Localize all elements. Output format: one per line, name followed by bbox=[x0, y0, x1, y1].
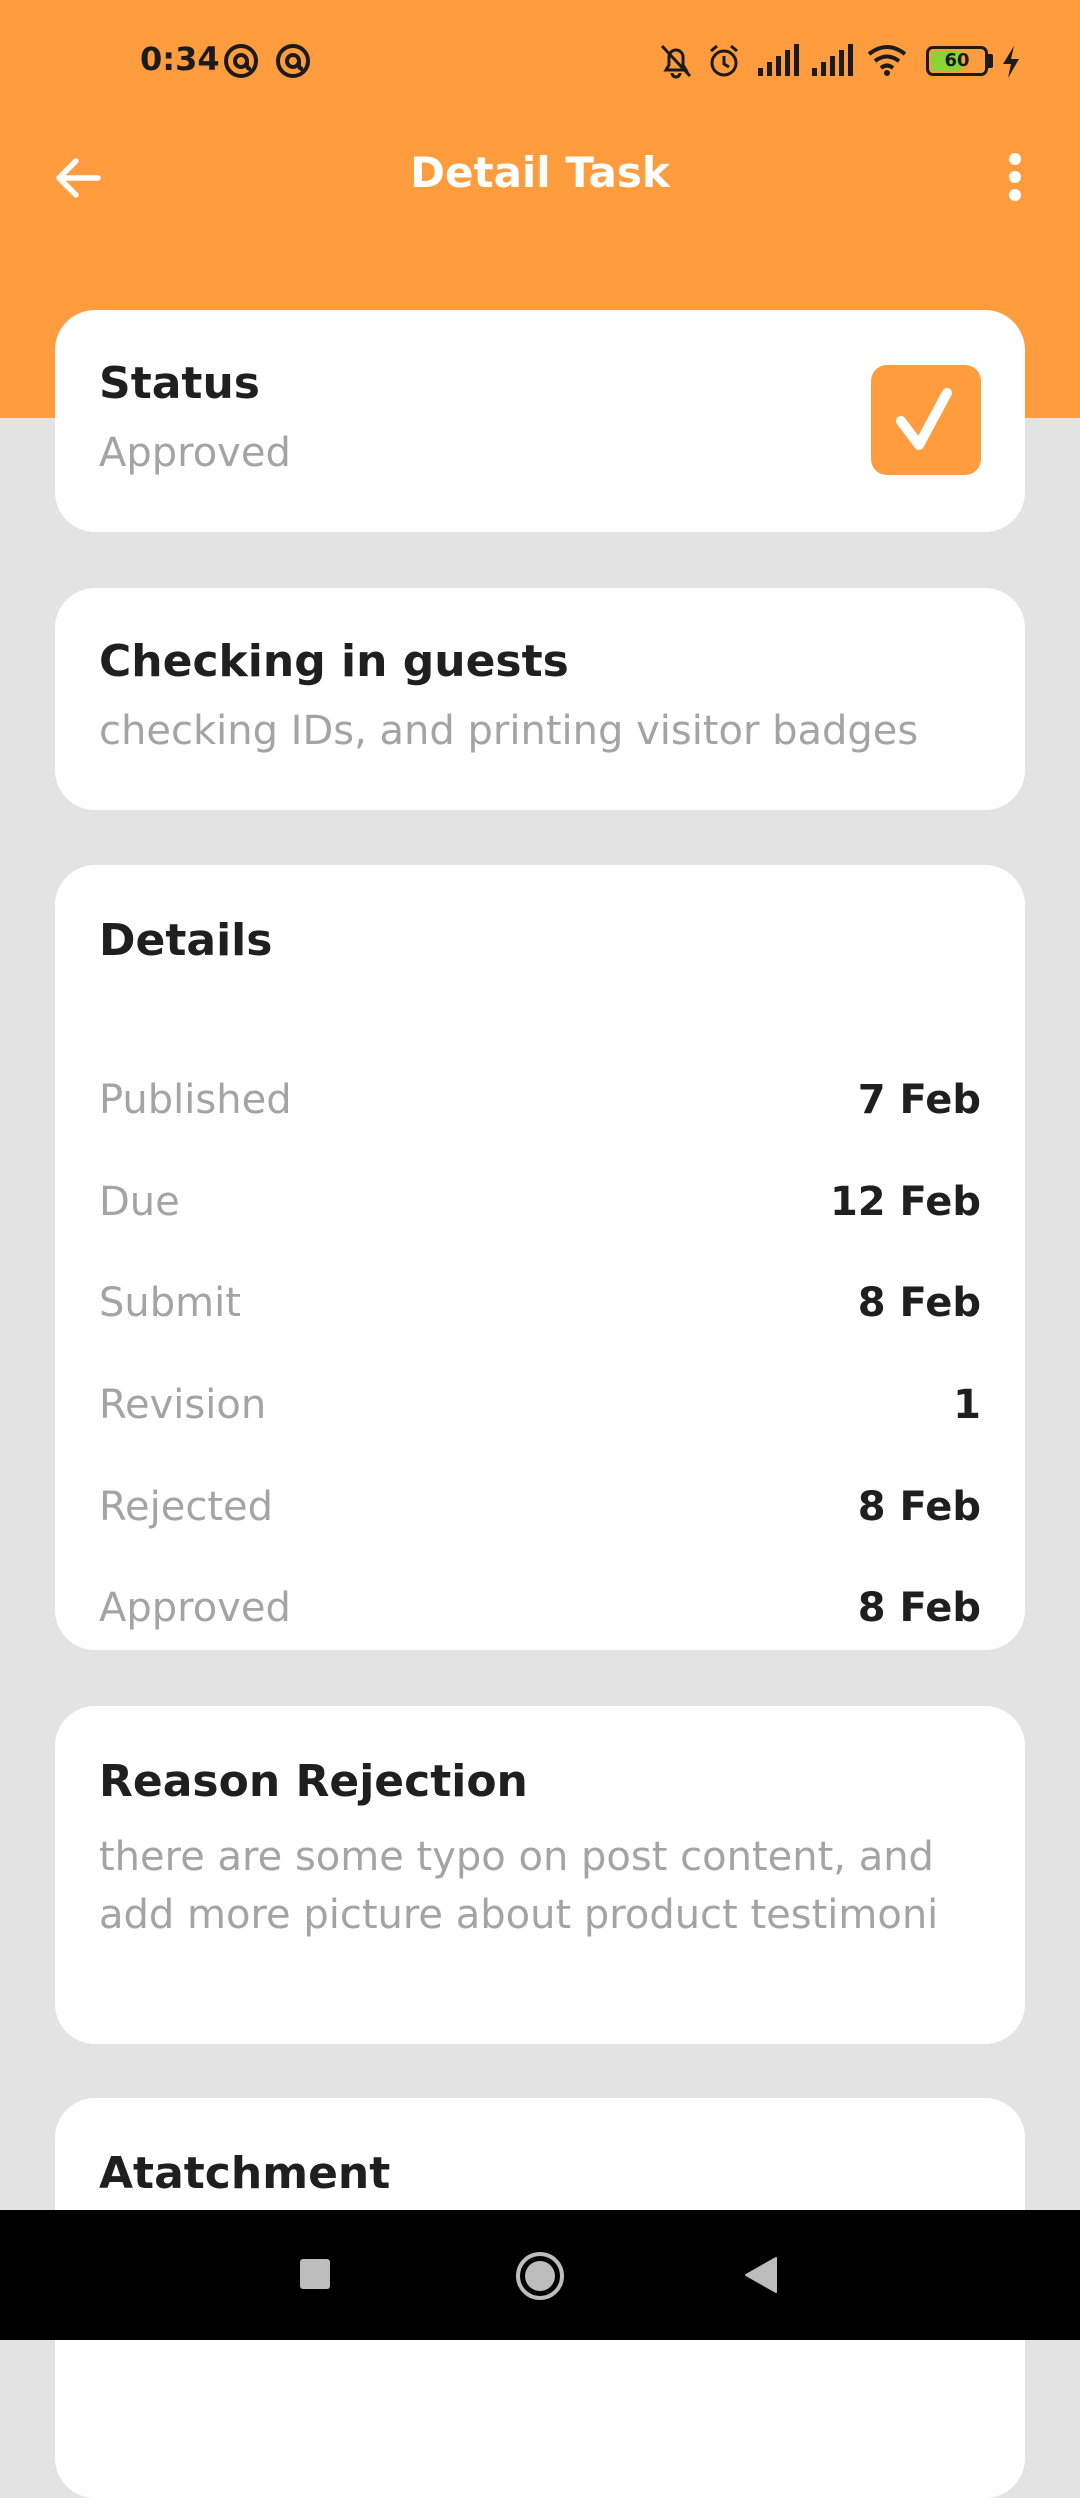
status-check-badge bbox=[871, 365, 981, 475]
at-sign-icon bbox=[222, 42, 260, 84]
checkmark-icon bbox=[896, 388, 952, 450]
detail-label: Approved bbox=[99, 1585, 291, 1631]
more-vertical-icon bbox=[1009, 153, 1021, 201]
details-card: Details Published 7 Feb Due 12 Feb Submi… bbox=[55, 865, 1025, 1650]
task-card: Checking in guests checking IDs, and pri… bbox=[55, 588, 1025, 810]
detail-row-approved: Approved 8 Feb bbox=[99, 1578, 981, 1638]
signal-icon bbox=[810, 42, 854, 82]
detail-row-submit: Submit 8 Feb bbox=[99, 1273, 981, 1333]
attachment-title: Atatchment bbox=[99, 2148, 391, 2199]
triangle-back-icon bbox=[745, 2257, 777, 2293]
detail-row-due: Due 12 Feb bbox=[99, 1172, 981, 1232]
detail-row-published: Published 7 Feb bbox=[99, 1070, 981, 1130]
battery-level: 60 bbox=[944, 50, 970, 71]
detail-value: 1 bbox=[953, 1382, 981, 1428]
back-nav-button[interactable] bbox=[742, 2255, 778, 2299]
detail-label: Published bbox=[99, 1077, 292, 1123]
more-options-button[interactable] bbox=[1000, 148, 1030, 208]
circle-home-icon bbox=[516, 2252, 564, 2300]
detail-value: 8 Feb bbox=[857, 1585, 981, 1631]
home-button[interactable] bbox=[514, 2250, 566, 2306]
reason-rejection-card: Reason Rejection there are some typo on … bbox=[55, 1706, 1025, 2044]
wifi-icon bbox=[866, 42, 908, 82]
detail-label: Due bbox=[99, 1179, 180, 1225]
detail-row-revision: Revision 1 bbox=[99, 1375, 981, 1435]
detail-value: 8 Feb bbox=[857, 1280, 981, 1326]
battery-tip bbox=[988, 54, 993, 68]
at-sign-icon bbox=[274, 42, 312, 84]
battery-icon: 60 bbox=[926, 46, 988, 76]
status-bar: 0:34 60 bbox=[0, 0, 1080, 125]
detail-value: 8 Feb bbox=[857, 1484, 981, 1530]
status-time: 0:34 bbox=[140, 40, 220, 78]
signal-icon bbox=[756, 42, 800, 82]
status-card: Status Approved bbox=[55, 310, 1025, 532]
status-title: Status bbox=[99, 358, 260, 409]
reason-text: there are some typo on post content, and… bbox=[99, 1834, 939, 1938]
detail-value: 12 Feb bbox=[829, 1179, 981, 1225]
square-icon bbox=[300, 2259, 330, 2289]
detail-label: Revision bbox=[99, 1382, 267, 1428]
status-value: Approved bbox=[99, 430, 291, 476]
detail-row-rejected: Rejected 8 Feb bbox=[99, 1477, 981, 1537]
detail-label: Submit bbox=[99, 1280, 241, 1326]
bell-off-icon bbox=[658, 42, 694, 84]
reason-title: Reason Rejection bbox=[99, 1756, 528, 1807]
details-title: Details bbox=[99, 915, 273, 966]
detail-value: 7 Feb bbox=[857, 1077, 981, 1123]
detail-label: Rejected bbox=[99, 1484, 274, 1530]
alarm-icon bbox=[706, 42, 742, 84]
charging-bolt-icon bbox=[1000, 44, 1022, 84]
task-description: checking IDs, and printing visitor badge… bbox=[99, 708, 919, 754]
recents-button[interactable] bbox=[298, 2257, 332, 2295]
system-navigation-bar bbox=[0, 2210, 1080, 2340]
task-title: Checking in guests bbox=[99, 636, 569, 687]
page-title: Detail Task bbox=[410, 148, 670, 197]
